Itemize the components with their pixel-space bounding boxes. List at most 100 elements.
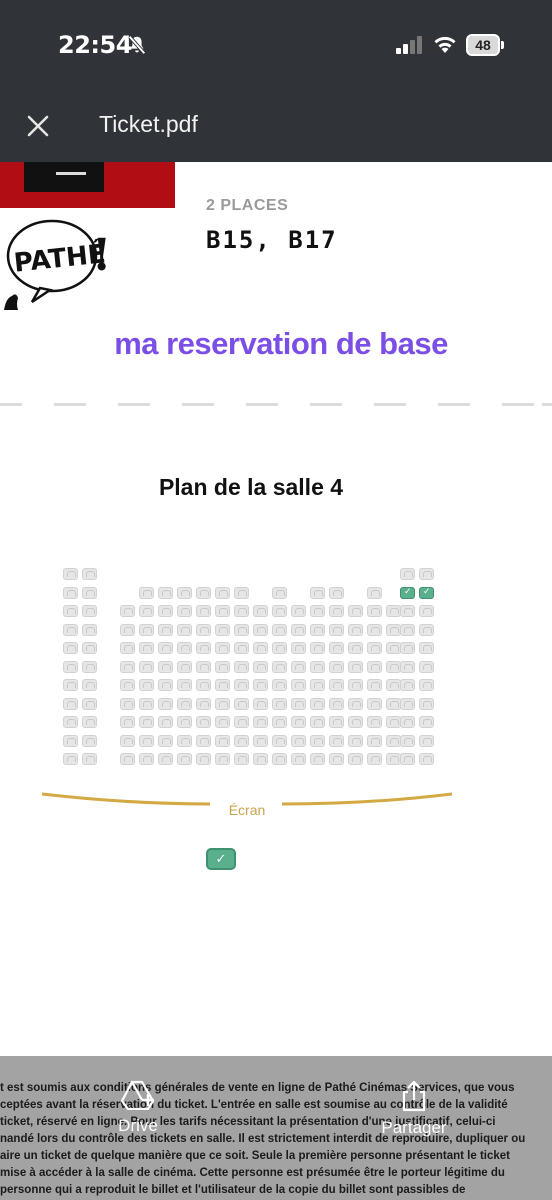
- seat: [419, 642, 434, 654]
- seat: [234, 716, 249, 728]
- wifi-icon: [434, 36, 456, 53]
- seat: [177, 734, 192, 747]
- seat: [310, 605, 325, 617]
- seat: [177, 716, 192, 728]
- seat: [386, 753, 401, 765]
- seat: [234, 587, 249, 599]
- seat: [82, 587, 97, 599]
- seat: [329, 642, 344, 654]
- seat: [177, 642, 192, 654]
- seat: [120, 697, 135, 710]
- seat: [329, 753, 344, 765]
- seat: [63, 660, 78, 673]
- seat: [386, 697, 401, 710]
- pdf-page[interactable]: PATHÉ ! 2 PLACES B15, B17 ma reservation…: [0, 162, 552, 1200]
- seat: [215, 697, 230, 710]
- drive-label: Drive: [118, 1116, 158, 1135]
- seat: [177, 697, 192, 710]
- seat: [158, 734, 173, 747]
- seat: [120, 753, 135, 765]
- seat: [82, 716, 97, 728]
- seat: [310, 587, 325, 599]
- seat: [367, 716, 382, 728]
- seat: [158, 587, 173, 599]
- seat-selected: [400, 586, 415, 599]
- seat: [386, 605, 401, 617]
- seat: [63, 753, 78, 765]
- signal-icon: [396, 36, 422, 54]
- seat: [63, 697, 78, 710]
- seat: [400, 679, 415, 691]
- seat: [82, 697, 97, 710]
- seat: [419, 568, 434, 580]
- seat: [158, 716, 173, 728]
- seat: [63, 605, 78, 617]
- seat: [272, 697, 287, 710]
- seat: [196, 660, 211, 673]
- seat: [120, 660, 135, 673]
- seat: [291, 605, 306, 617]
- document-title: Ticket.pdf: [99, 111, 198, 137]
- seat: [234, 623, 249, 636]
- seat-numbers: B15, B17: [206, 226, 338, 254]
- seat: [400, 623, 415, 636]
- seat: [196, 587, 211, 599]
- seat: [158, 623, 173, 636]
- close-icon[interactable]: [24, 112, 52, 140]
- seat: [63, 679, 78, 691]
- seat: [253, 697, 268, 710]
- seat: [367, 697, 382, 710]
- seat: [348, 605, 363, 617]
- seat: [400, 734, 415, 747]
- seat: [120, 734, 135, 747]
- seat: [329, 716, 344, 728]
- seat: [253, 642, 268, 654]
- seat: [215, 679, 230, 691]
- drive-button[interactable]: Drive: [112, 1080, 164, 1136]
- seat: [234, 753, 249, 765]
- seat: [367, 642, 382, 654]
- seat: [139, 660, 154, 673]
- seat: [234, 642, 249, 654]
- seat: [386, 642, 401, 654]
- seat: [82, 660, 97, 673]
- seat: [139, 753, 154, 765]
- seat: [196, 623, 211, 636]
- seat: [310, 716, 325, 728]
- seat: [348, 697, 363, 710]
- status-bar: 22:54 48: [0, 0, 552, 90]
- terms-line: aire un ticket de quelque manière que ce…: [0, 1150, 511, 1162]
- seat: [348, 623, 363, 636]
- seat: [158, 679, 173, 691]
- seat: [348, 753, 363, 765]
- share-icon: [402, 1080, 426, 1112]
- seat: [329, 623, 344, 636]
- seat: [291, 697, 306, 710]
- share-button[interactable]: Partager: [378, 1080, 450, 1138]
- seat: [367, 679, 382, 691]
- seat: [329, 679, 344, 691]
- seat: [367, 753, 382, 765]
- seat: [82, 753, 97, 765]
- battery-level: 48: [466, 34, 500, 56]
- seat: [215, 623, 230, 636]
- seat: [386, 716, 401, 728]
- seat: [272, 623, 287, 636]
- seat: [400, 753, 415, 765]
- battery-indicator: 48: [466, 34, 504, 56]
- seat: [329, 605, 344, 617]
- seat: [63, 623, 78, 636]
- dashed-separator: [0, 403, 552, 406]
- seat: [291, 642, 306, 654]
- seat: [400, 605, 415, 617]
- seat: [348, 642, 363, 654]
- seat: [400, 642, 415, 654]
- seat: [82, 734, 97, 747]
- seat: [419, 753, 434, 765]
- svg-text:!: !: [92, 230, 111, 281]
- seat: [419, 605, 434, 617]
- seat: [120, 679, 135, 691]
- poster-caption: [56, 172, 86, 175]
- seat: [367, 734, 382, 747]
- seat: [386, 660, 401, 673]
